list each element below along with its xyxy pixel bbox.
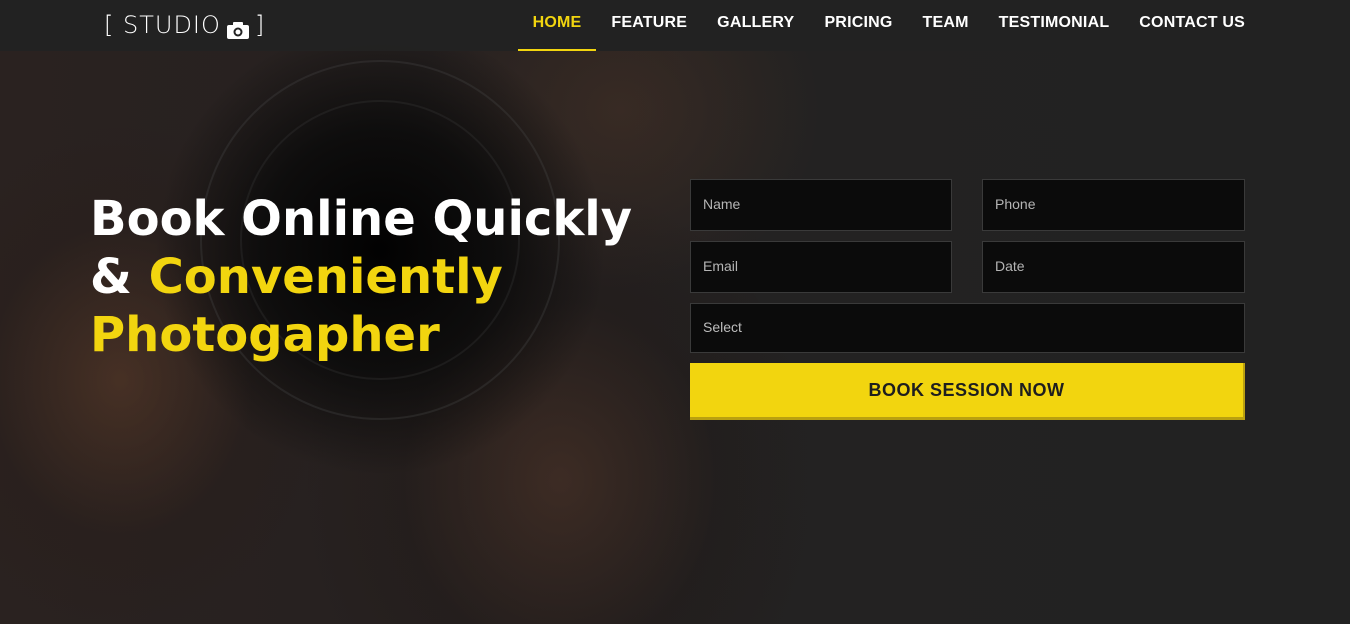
date-input[interactable] <box>995 258 1232 274</box>
nav-item-home[interactable]: HOME <box>517 0 597 51</box>
camera-icon <box>226 17 249 39</box>
headline-line-3: Photogapher <box>90 307 440 363</box>
nav-item-pricing[interactable]: PRICING <box>809 0 907 51</box>
email-input[interactable] <box>703 258 939 274</box>
nav-item-feature[interactable]: FEATURE <box>596 0 702 51</box>
logo-text-close: ] <box>254 11 266 39</box>
name-input[interactable] <box>703 196 939 212</box>
site-logo[interactable]: [ STUDIO ] <box>104 11 265 39</box>
service-select[interactable]: Select <box>690 303 1245 353</box>
phone-input[interactable] <box>995 196 1232 212</box>
select-value: Select <box>703 319 742 335</box>
logo-text: [ STUDIO <box>104 11 221 39</box>
headline-line-1: Book Online Quickly <box>90 191 633 247</box>
headline-line-2-yellow: Conveniently <box>148 249 503 305</box>
headline-line-2-white: & <box>90 249 149 305</box>
name-field-wrapper <box>690 179 952 231</box>
hero-headline: Book Online Quickly & Conveniently Photo… <box>90 190 650 364</box>
nav-item-team[interactable]: TEAM <box>908 0 984 51</box>
email-field-wrapper <box>690 241 952 293</box>
nav-item-testimonial[interactable]: TESTIMONIAL <box>984 0 1125 51</box>
nav-item-gallery[interactable]: GALLERY <box>702 0 809 51</box>
site-header: [ STUDIO ] HOME FEATURE GALLERY PRICING … <box>0 0 1350 51</box>
main-nav: HOME FEATURE GALLERY PRICING TEAM TESTIM… <box>517 0 1260 51</box>
date-field-wrapper <box>982 241 1245 293</box>
phone-field-wrapper <box>982 179 1245 231</box>
book-session-button[interactable]: BOOK SESSION NOW <box>690 363 1245 420</box>
nav-item-contact-us[interactable]: CONTACT US <box>1124 0 1260 51</box>
